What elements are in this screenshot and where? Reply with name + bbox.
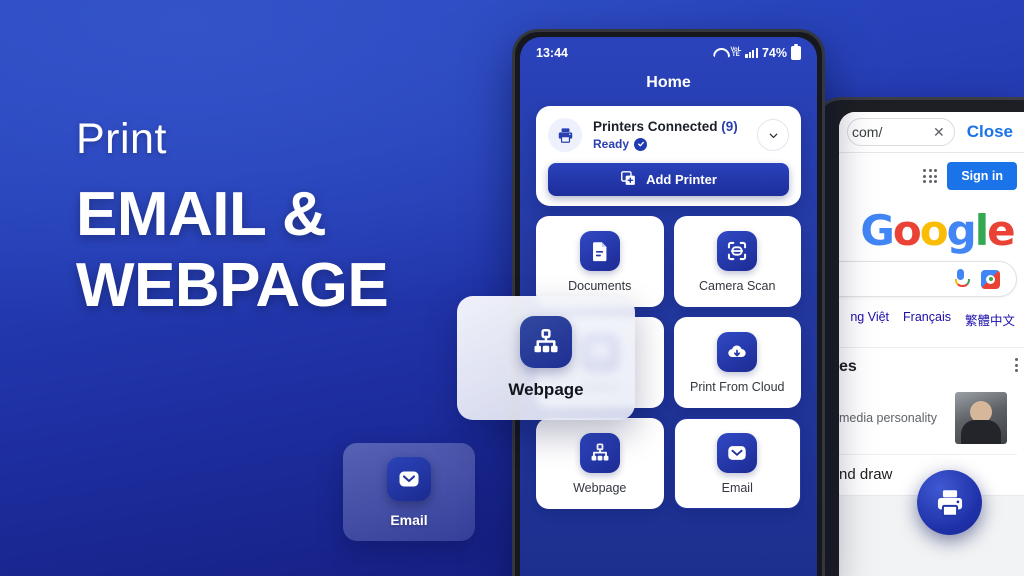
browser-url-bar: com/ ✕ Close <box>839 112 1024 153</box>
google-search-input[interactable] <box>839 261 1017 297</box>
add-printer-button[interactable]: Add Printer <box>548 163 789 196</box>
wifi-icon <box>713 48 726 58</box>
printer-status-row: Ready <box>593 137 746 151</box>
printer-count: (9) <box>721 119 738 134</box>
tile-print-from-cloud[interactable]: Print From Cloud <box>673 317 801 408</box>
add-printer-label: Add Printer <box>646 172 717 187</box>
url-text: com/ <box>852 124 883 140</box>
printer-card-texts: Printers Connected (9) Ready <box>593 119 746 151</box>
tile-webpage[interactable]: Webpage <box>536 418 664 509</box>
sitemap-icon <box>520 316 572 368</box>
headline-line-2: WEBPAGE <box>76 251 389 321</box>
news-item[interactable]: media personality <box>839 376 1017 454</box>
browser-phone-mockup: com/ ✕ Close Sign in Google ng Việt Fran… <box>812 97 1024 576</box>
headline-line-1: EMAIL & <box>76 180 327 249</box>
news-section: es media personality nd draw <box>839 347 1024 495</box>
email-floating-card[interactable]: Email <box>343 443 475 541</box>
page-title: EMAIL & WEBPAGE <box>76 180 496 321</box>
news-section-title: es <box>839 358 857 375</box>
webpage-floating-card[interactable]: Webpage <box>457 296 635 420</box>
google-top-bar: Sign in <box>839 153 1024 194</box>
logo-letter: o <box>892 206 922 255</box>
tile-label: Webpage <box>573 480 627 495</box>
printer-card-title: Printers Connected (9) <box>593 119 746 134</box>
kebab-menu-icon[interactable] <box>1015 358 1018 372</box>
screen-title: Home <box>646 74 691 91</box>
add-printer-icon <box>620 170 637 190</box>
language-links: ng Việt Français 繁體中文 <box>839 297 1024 329</box>
envelope-icon <box>717 432 758 473</box>
email-floating-card-label: Email <box>390 511 428 528</box>
signal-bars-icon <box>745 48 758 58</box>
check-badge-icon <box>634 137 648 151</box>
logo-letter: g <box>946 206 977 255</box>
tile-email[interactable]: Email <box>673 418 801 509</box>
logo-letter: l <box>974 206 989 255</box>
webpage-floating-card-label: Webpage <box>508 380 584 399</box>
apps-grid-icon[interactable] <box>923 169 938 183</box>
logo-letter: e <box>987 206 1015 255</box>
printer-card-title-text: Printers Connected <box>593 119 718 134</box>
microphone-icon[interactable] <box>954 269 970 289</box>
printer-icon <box>937 489 962 517</box>
tile-label: Email <box>721 480 753 495</box>
tile-label: Documents <box>568 278 632 293</box>
google-logo: Google <box>839 206 1024 255</box>
google-lens-icon[interactable] <box>981 269 1000 289</box>
sign-in-button[interactable]: Sign in <box>947 162 1017 190</box>
cloud-download-icon <box>717 331 758 372</box>
envelope-icon <box>387 456 431 501</box>
close-button[interactable]: Close <box>961 122 1019 142</box>
camera-scan-icon <box>717 230 758 271</box>
tile-label: Camera Scan <box>699 278 776 293</box>
printers-connected-card[interactable]: Printers Connected (9) Ready Add Printer <box>536 106 801 206</box>
news-item-snippet: media personality <box>839 411 937 425</box>
marketing-copy: Print EMAIL & WEBPAGE <box>76 115 496 321</box>
tile-documents[interactable]: Documents <box>536 216 664 307</box>
language-link[interactable]: ng Việt <box>850 310 889 329</box>
promo-banner: Print EMAIL & WEBPAGE Email com/ ✕ Close <box>0 0 1024 576</box>
status-bar: 13:44 VoL TE 74% <box>520 37 817 62</box>
url-input[interactable]: com/ ✕ <box>847 118 955 146</box>
tile-camera-scan[interactable]: Camera Scan <box>673 216 801 307</box>
volte-icon: VoL TE <box>730 47 742 58</box>
battery-percent-label: 74% <box>761 46 787 60</box>
status-bar-time: 13:44 <box>536 46 568 60</box>
logo-letter: o <box>919 206 949 255</box>
language-link[interactable]: Français <box>903 310 951 329</box>
status-badge: Ready <box>593 137 630 151</box>
printer-card-row: Printers Connected (9) Ready <box>548 118 789 152</box>
close-x-icon[interactable]: ✕ <box>933 125 945 139</box>
person-thumbnail <box>955 392 1007 444</box>
language-link[interactable]: 繁體中文 <box>965 310 1015 329</box>
kicker-text: Print <box>76 115 167 163</box>
browser-footer: Settings Privacy Terms <box>839 562 1024 576</box>
status-bar-indicators: VoL TE 74% <box>713 43 801 60</box>
chevron-down-icon[interactable] <box>757 119 789 151</box>
printer-icon <box>548 118 582 152</box>
document-icon <box>579 230 620 271</box>
sitemap-icon <box>579 432 620 473</box>
logo-letter: G <box>860 206 895 255</box>
print-fab-button[interactable] <box>917 470 982 535</box>
browser-screen: com/ ✕ Close Sign in Google ng Việt Fran… <box>839 112 1024 576</box>
tile-label: Print From Cloud <box>690 379 785 394</box>
battery-icon <box>791 43 801 60</box>
